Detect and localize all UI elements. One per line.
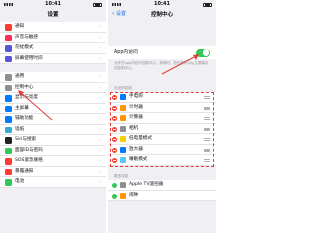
add-icon[interactable] bbox=[112, 183, 117, 188]
chevron-right-icon: › bbox=[99, 74, 101, 80]
settings-item-notifications[interactable]: 通知 › bbox=[0, 22, 106, 33]
chevron-right-icon: › bbox=[99, 158, 101, 164]
chevron-right-icon: › bbox=[99, 179, 101, 185]
control-item-label: Apple TV遥控器 bbox=[129, 182, 164, 187]
status-bar: 10:41 bbox=[0, 0, 106, 9]
settings-item-label: 通用 bbox=[15, 74, 25, 79]
app-access-row: App内访问 bbox=[108, 46, 216, 59]
settings-item-label: 辅助功能 bbox=[15, 116, 34, 121]
control-center-screen: 10:41 ‹ 设置 控制中心 App内访问 允许在App内访问控制中心。停用时… bbox=[108, 0, 216, 233]
page-title: 控制中心 bbox=[150, 12, 173, 18]
exposure-icon bbox=[5, 168, 12, 175]
settings-item-label: 勿扰模式 bbox=[15, 45, 34, 50]
moon-icon bbox=[5, 45, 12, 52]
settings-item-wallpaper[interactable]: 墙纸 › bbox=[0, 125, 106, 135]
settings-item-siri[interactable]: Siri与搜索 › bbox=[0, 135, 106, 146]
control-item-alarm[interactable]: 闹钟 bbox=[108, 191, 216, 201]
notification-icon bbox=[5, 24, 12, 31]
chevron-right-icon: › bbox=[99, 105, 101, 112]
brightness-icon bbox=[5, 95, 12, 102]
annotation-highlight-box bbox=[110, 92, 214, 167]
settings-screen: 10:41 设置 通知 › 声音与触感 › 勿扰模式 › 屏幕使用时间 › 通用 bbox=[0, 0, 106, 233]
settings-item-label: 主屏幕 bbox=[15, 105, 29, 111]
chevron-right-icon: › bbox=[99, 34, 101, 41]
settings-group-1: 通知 › 声音与触感 › 勿扰模式 › 屏幕使用时间 › bbox=[0, 22, 106, 64]
battery-icon bbox=[5, 179, 12, 186]
settings-item-label: SOS紧急联络 bbox=[15, 158, 43, 163]
more-controls-list: Apple TV遥控器 闹钟 bbox=[108, 180, 216, 201]
siri-icon bbox=[5, 137, 12, 144]
chevron-right-icon: › bbox=[99, 24, 101, 30]
settings-item-label: 屏幕使用时间 bbox=[15, 55, 43, 61]
app-access-label: App内访问 bbox=[114, 50, 138, 55]
alarm-icon bbox=[120, 192, 126, 199]
chevron-right-icon: › bbox=[99, 126, 101, 133]
settings-item-label: 墙纸 bbox=[15, 126, 25, 132]
sound-icon bbox=[5, 34, 12, 41]
home-screen-icon bbox=[5, 105, 12, 112]
chevron-right-icon: › bbox=[99, 95, 101, 101]
settings-item-label: 显示与亮度 bbox=[15, 95, 38, 100]
settings-item-control-center[interactable]: 控制中心 › bbox=[0, 83, 106, 93]
included-controls-header: 包含的控制 bbox=[114, 86, 132, 90]
settings-item-battery[interactable]: 电池 › bbox=[0, 177, 106, 188]
chevron-right-icon: › bbox=[99, 147, 101, 154]
status-time: 10:41 bbox=[154, 1, 170, 7]
settings-item-label: 暴露通知 bbox=[15, 168, 34, 174]
chevron-right-icon: › bbox=[99, 116, 101, 122]
hourglass-icon bbox=[5, 55, 12, 62]
wallpaper-icon bbox=[5, 126, 12, 133]
chevron-right-icon: › bbox=[99, 55, 101, 62]
settings-item-face-id[interactable]: 面容ID与密码 › bbox=[0, 146, 106, 156]
toggle-knob bbox=[202, 49, 210, 56]
gear-icon bbox=[5, 74, 12, 81]
settings-item-label: 声音与触感 bbox=[15, 34, 38, 40]
chevron-right-icon: › bbox=[99, 137, 101, 143]
settings-item-accessibility[interactable]: 辅助功能 › bbox=[0, 114, 106, 125]
settings-item-label: 面容ID与密码 bbox=[15, 147, 43, 153]
add-icon[interactable] bbox=[112, 193, 117, 199]
control-item-label: 闹钟 bbox=[129, 192, 139, 198]
battery-status-icon bbox=[93, 2, 102, 7]
settings-item-label: 电池 bbox=[15, 179, 25, 184]
settings-item-exposure[interactable]: 暴露通知 › bbox=[0, 167, 106, 177]
settings-item-do-not-disturb[interactable]: 勿扰模式 › bbox=[0, 43, 106, 54]
control-center-icon bbox=[5, 84, 12, 91]
settings-item-label: 通知 bbox=[15, 24, 25, 29]
settings-item-sounds[interactable]: 声音与触感 › bbox=[0, 33, 106, 43]
settings-item-home-screen[interactable]: 主屏幕 › bbox=[0, 104, 106, 114]
sos-icon bbox=[5, 158, 12, 165]
status-time: 10:41 bbox=[45, 1, 61, 7]
tv-remote-icon bbox=[120, 182, 126, 189]
more-controls-header: 更多控制 bbox=[114, 174, 129, 178]
settings-item-label: Siri与搜索 bbox=[15, 137, 37, 142]
settings-item-general[interactable]: 通用 › bbox=[0, 72, 106, 83]
chevron-right-icon: › bbox=[99, 168, 101, 175]
control-item-tv-remote[interactable]: Apple TV遥控器 bbox=[108, 180, 216, 191]
page-title: 设置 bbox=[47, 12, 59, 18]
chevron-right-icon: › bbox=[99, 45, 101, 51]
chevron-right-icon: › bbox=[99, 84, 101, 91]
settings-item-screen-time[interactable]: 屏幕使用时间 › bbox=[0, 54, 106, 64]
app-access-toggle[interactable] bbox=[196, 48, 210, 57]
accessibility-icon bbox=[5, 116, 12, 123]
status-bar: 10:41 bbox=[108, 0, 216, 9]
settings-group-2: 通用 › 控制中心 › 显示与亮度 › 主屏幕 › 辅助功能 › 墙纸 › Si… bbox=[0, 72, 106, 188]
settings-item-display[interactable]: 显示与亮度 › bbox=[0, 93, 106, 104]
toggle-caption: 允许在App内访问控制中心。停用时，您仍然可以从主屏幕访问控制中心。 bbox=[114, 61, 209, 70]
settings-item-sos[interactable]: SOS紧急联络 › bbox=[0, 156, 106, 167]
face-id-icon bbox=[5, 147, 12, 154]
settings-item-label: 控制中心 bbox=[15, 84, 34, 90]
battery-status-icon bbox=[203, 2, 212, 7]
